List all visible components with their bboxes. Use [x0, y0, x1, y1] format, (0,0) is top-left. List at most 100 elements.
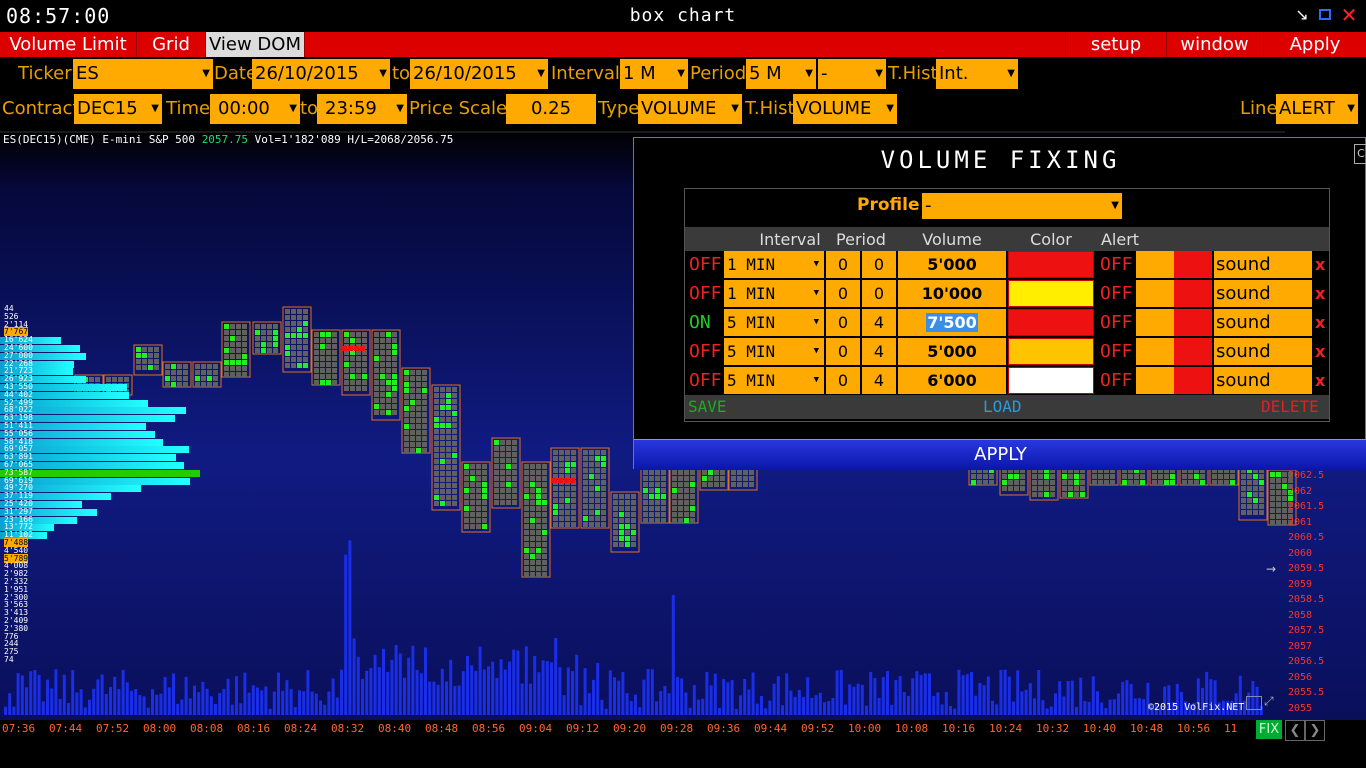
save-button[interactable]: SAVE: [688, 397, 727, 416]
color-swatch[interactable]: [1008, 251, 1094, 278]
time-from-field[interactable]: 00:00 ▼: [210, 94, 300, 124]
volume-cell: [416, 406, 421, 411]
sound-field[interactable]: sound: [1214, 309, 1312, 336]
interval-select[interactable]: 5 MIN ▼: [724, 338, 824, 365]
alert-toggle[interactable]: OFF: [1100, 251, 1136, 278]
period2-select[interactable]: - ▼: [818, 59, 886, 89]
state-toggle[interactable]: ON: [689, 309, 725, 336]
color-swatch[interactable]: [1008, 309, 1094, 336]
profile-select[interactable]: - ▼: [922, 193, 1122, 219]
alert-slot[interactable]: [1136, 338, 1174, 365]
state-toggle[interactable]: OFF: [689, 280, 725, 307]
color-swatch[interactable]: [1008, 367, 1094, 394]
interval-select[interactable]: 5 MIN ▼: [724, 309, 824, 336]
apply-button[interactable]: APPLY: [634, 439, 1366, 470]
delete-row-icon[interactable]: x: [1315, 251, 1327, 278]
minimize-icon[interactable]: ↘: [1293, 6, 1311, 24]
volume-field[interactable]: 5'000: [898, 251, 1006, 278]
delete-row-icon[interactable]: x: [1315, 338, 1327, 365]
alert-color-swatch[interactable]: [1174, 280, 1212, 307]
period-end-field[interactable]: 4: [862, 367, 896, 394]
grid-button[interactable]: Grid: [137, 32, 206, 57]
volume-field[interactable]: 6'000: [898, 367, 1006, 394]
screenshot-icon[interactable]: [1246, 696, 1262, 710]
volume-cell: [434, 465, 439, 470]
interval-select[interactable]: 1 M ▼: [620, 59, 688, 89]
type-select[interactable]: VOLUME ▼: [638, 94, 742, 124]
period-start-field[interactable]: 0: [826, 251, 860, 278]
alert-slot[interactable]: [1136, 309, 1174, 336]
period-start-field[interactable]: 0: [826, 338, 860, 365]
thist-select[interactable]: Int. ▼: [936, 59, 1018, 89]
period-end-field[interactable]: 0: [862, 280, 896, 307]
period-start-field[interactable]: 0: [826, 280, 860, 307]
volume-cell: [559, 486, 564, 491]
state-toggle[interactable]: OFF: [689, 367, 725, 394]
volume-cell: [553, 504, 558, 509]
thist2-select[interactable]: VOLUME ▼: [793, 94, 897, 124]
period-select[interactable]: 5 M ▼: [746, 59, 816, 89]
period-end-field[interactable]: 0: [862, 251, 896, 278]
scroll-left-icon[interactable]: ❮: [1285, 720, 1305, 741]
state-toggle[interactable]: OFF: [689, 251, 725, 278]
volume-cell: [404, 442, 409, 447]
date-from-field[interactable]: 26/10/2015 ▼: [252, 59, 390, 89]
delete-button[interactable]: DELETE: [1261, 397, 1319, 416]
sound-field[interactable]: sound: [1214, 367, 1312, 394]
load-button[interactable]: LOAD: [983, 397, 1022, 416]
restore-icon[interactable]: [1316, 6, 1334, 24]
sound-field[interactable]: sound: [1214, 251, 1312, 278]
view-dom-button[interactable]: View DOM: [206, 32, 305, 57]
alert-toggle[interactable]: OFF: [1100, 280, 1136, 307]
alert-slot[interactable]: [1136, 280, 1174, 307]
contract-select[interactable]: DEC15 ▼: [74, 94, 162, 124]
color-swatch[interactable]: [1008, 280, 1094, 307]
alert-slot[interactable]: [1136, 251, 1174, 278]
interval-select[interactable]: 5 MIN ▼: [724, 367, 824, 394]
volume-field[interactable]: 7'500: [898, 309, 1006, 336]
volume-field[interactable]: 5'000: [898, 338, 1006, 365]
delete-row-icon[interactable]: x: [1315, 367, 1327, 394]
period-start-field[interactable]: 0: [826, 367, 860, 394]
sound-field[interactable]: sound: [1214, 338, 1312, 365]
period-start-field[interactable]: 0: [826, 309, 860, 336]
apply-menu-button[interactable]: Apply: [1264, 32, 1366, 57]
period-end-field[interactable]: 4: [862, 338, 896, 365]
volume-limit-button[interactable]: Volume Limit: [0, 32, 137, 57]
volume-field[interactable]: 10'000: [898, 280, 1006, 307]
setup-button[interactable]: setup: [1065, 32, 1167, 57]
alert-color-swatch[interactable]: [1174, 309, 1212, 336]
alert-slot[interactable]: [1136, 367, 1174, 394]
volume-bar: [188, 698, 192, 715]
delete-row-icon[interactable]: x: [1315, 309, 1327, 336]
fix-button[interactable]: FIX: [1256, 720, 1282, 739]
scroll-right-icon[interactable]: ❯: [1305, 720, 1325, 741]
line-select[interactable]: ALERT ▼: [1276, 94, 1358, 124]
volume-cell: [1230, 474, 1235, 479]
interval-select[interactable]: 1 MIN ▼: [724, 251, 824, 278]
volume-cell: [392, 380, 397, 385]
state-toggle[interactable]: OFF: [689, 338, 725, 365]
close-icon[interactable]: C: [1354, 144, 1366, 164]
arrow-right-icon[interactable]: →: [1266, 562, 1276, 576]
alert-toggle[interactable]: OFF: [1100, 338, 1136, 365]
interval-select[interactable]: 1 MIN ▼: [724, 280, 824, 307]
close-icon[interactable]: ✕: [1340, 5, 1358, 25]
delete-row-icon[interactable]: x: [1315, 280, 1327, 307]
price-scale-field[interactable]: 0.25: [506, 94, 596, 124]
alert-toggle[interactable]: OFF: [1100, 367, 1136, 394]
sound-field[interactable]: sound: [1214, 280, 1312, 307]
alert-color-swatch[interactable]: [1174, 251, 1212, 278]
time-to-field[interactable]: 23:59 ▼: [317, 94, 407, 124]
ticker-select[interactable]: ES ▼: [73, 59, 213, 89]
alert-color-swatch[interactable]: [1174, 367, 1212, 394]
expand-icon[interactable]: ⤢: [1264, 694, 1274, 709]
volume-cell: [392, 410, 397, 415]
alert-color-swatch[interactable]: [1174, 338, 1212, 365]
alert-toggle[interactable]: OFF: [1100, 309, 1136, 336]
color-swatch[interactable]: [1008, 338, 1094, 365]
window-button[interactable]: window: [1166, 32, 1264, 57]
volume-cell: [1014, 486, 1019, 491]
period-end-field[interactable]: 4: [862, 309, 896, 336]
date-to-field[interactable]: 26/10/2015 ▼: [410, 59, 548, 89]
